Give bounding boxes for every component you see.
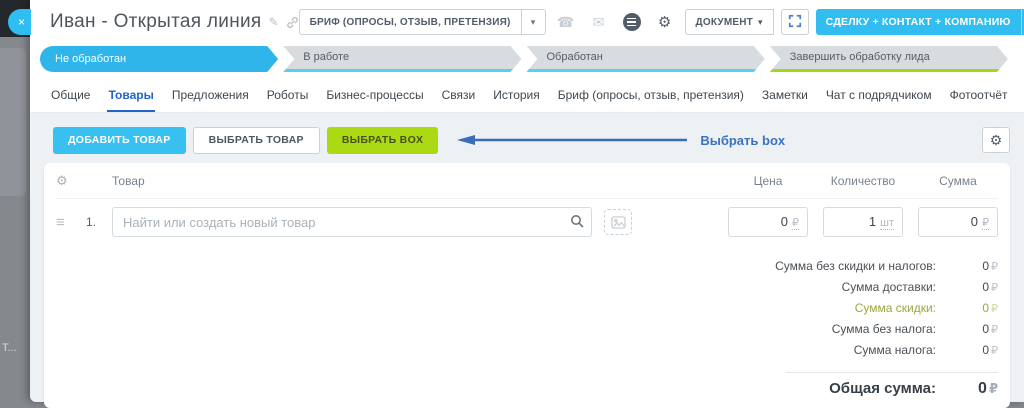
add-product-button[interactable]: ДОБАВИТЬ ТОВАР [53, 127, 186, 154]
select-product-button[interactable]: ВЫБРАТЬ ТОВАР [193, 127, 320, 154]
product-table-header: ⚙ Товар Цена Количество Сумма [56, 163, 998, 199]
phone-button[interactable]: ☎ [553, 9, 579, 35]
phone-icon: ☎ [557, 14, 574, 31]
annotation-arrow-icon [455, 134, 690, 146]
ruble-icon: ₽ [991, 324, 998, 336]
tab-contractor-chat[interactable]: Чат с подрядчиком [825, 81, 933, 112]
expand-button[interactable] [781, 9, 809, 35]
expand-icon [788, 14, 802, 31]
close-icon: × [18, 15, 25, 29]
totals-summary: Сумма без скидки и налогов: 0₽ Сумма дос… [56, 245, 998, 398]
currency-selector[interactable]: ₽ [982, 216, 989, 230]
tab-bar: Общие Товары Предложения Роботы Бизнес-п… [50, 81, 1008, 112]
column-sum: Сумма [918, 174, 998, 188]
lead-slider-panel: × Иван - Открытая линия ✎ БРИФ (ОПРОСЫ, … [30, 0, 1024, 402]
summary-row: Сумма налога: 0₽ [56, 343, 998, 364]
stage-in-progress[interactable]: В работе [283, 46, 521, 72]
product-table-card: ⚙ Товар Цена Количество Сумма ≡ 1. [44, 163, 1010, 408]
tab-products[interactable]: Товары [107, 81, 154, 112]
menu-circle-button[interactable] [619, 9, 645, 35]
quantity-input[interactable]: 1 шт [823, 207, 903, 237]
caret-down-icon: ▾ [758, 18, 763, 27]
ruble-icon: ₽ [989, 381, 998, 396]
close-button[interactable]: × [8, 9, 31, 35]
tab-offers[interactable]: Предложения [171, 81, 250, 112]
stage-finish-lead[interactable]: Завершить обработку лида [770, 46, 1008, 72]
ruble-icon: ₽ [991, 345, 998, 357]
ruble-icon: ₽ [991, 282, 998, 294]
page-title: Иван - Открытая линия [50, 11, 262, 33]
unit-selector[interactable]: шт [880, 217, 894, 230]
summary-row-discount: Сумма скидки: 0₽ [56, 301, 998, 322]
column-settings-button[interactable]: ⚙ [56, 173, 86, 189]
drag-handle-icon[interactable]: ≡ [56, 214, 86, 231]
ruble-icon: ₽ [991, 303, 998, 315]
total-value: 0₽ [936, 380, 998, 398]
tab-robots[interactable]: Роботы [266, 81, 310, 112]
product-list-settings-button[interactable]: ⚙ [982, 127, 1010, 153]
currency-selector[interactable]: ₽ [792, 216, 799, 230]
price-input[interactable]: 0 ₽ [728, 207, 808, 237]
lead-stage-bar: Не обработан В работе Обработан Завершит… [40, 46, 1008, 72]
product-image-placeholder[interactable] [604, 209, 632, 235]
stage-not-processed[interactable]: Не обработан [40, 46, 278, 72]
gear-icon: ⚙ [990, 132, 1003, 149]
tab-general[interactable]: Общие [50, 81, 91, 112]
brief-button[interactable]: БРИФ (ОПРОСЫ, ОТЗЫВ, ПРЕТЕНЗИЯ) [299, 9, 522, 35]
image-icon [611, 216, 626, 229]
summary-row: Сумма доставки: 0₽ [56, 280, 998, 301]
column-price: Цена [728, 174, 808, 188]
mail-icon: ✉ [593, 14, 605, 31]
select-box-button[interactable]: ВЫБРАТЬ BOX [327, 127, 438, 154]
tab-business-processes[interactable]: Бизнес-процессы [325, 81, 424, 112]
panel-header: Иван - Открытая линия ✎ БРИФ (ОПРОСЫ, ОТ… [30, 0, 1024, 113]
annotation: Выбрать box [455, 133, 785, 148]
total-row: Общая сумма: 0₽ [56, 380, 998, 398]
summary-row: Сумма без скидки и налогов: 0₽ [56, 259, 998, 280]
tab-photo-report[interactable]: Фотоотчёт [949, 81, 1009, 112]
ruble-icon: ₽ [991, 261, 998, 273]
summary-divider [786, 372, 998, 373]
total-label: Общая сумма: [829, 380, 936, 397]
caret-down-icon: ▾ [531, 18, 536, 27]
background-page-block [0, 48, 26, 196]
column-quantity: Количество [823, 174, 903, 188]
summary-row: Сумма без налога: 0₽ [56, 322, 998, 343]
menu-circle-icon [623, 13, 641, 31]
row-index: 1. [86, 215, 112, 229]
gear-icon: ⚙ [658, 13, 671, 31]
annotation-text: Выбрать box [700, 133, 785, 148]
create-entities-button[interactable]: СДЕЛКУ + КОНТАКТ + КОМПАНИЮ [816, 9, 1021, 35]
header-toolbar: БРИФ (ОПРОСЫ, ОТЗЫВ, ПРЕТЕНЗИЯ) ▾ ☎ ✉ ⚙ … [299, 9, 1024, 35]
edit-icon[interactable]: ✎ [269, 15, 279, 29]
settings-button[interactable]: ⚙ [652, 9, 678, 35]
sum-input[interactable]: 0 ₽ [918, 207, 998, 237]
product-actions-row: ДОБАВИТЬ ТОВАР ВЫБРАТЬ ТОВАР ВЫБРАТЬ BOX… [44, 122, 1010, 158]
mail-button[interactable]: ✉ [586, 9, 612, 35]
background-truncated-text: Т... [2, 342, 17, 354]
link-icon[interactable] [286, 16, 299, 29]
brief-dropdown-button[interactable]: ▾ [522, 9, 546, 35]
tab-history[interactable]: История [492, 81, 541, 112]
tab-notes[interactable]: Заметки [761, 81, 809, 112]
column-product: Товар [112, 174, 728, 188]
products-tab-content: ДОБАВИТЬ ТОВАР ВЫБРАТЬ ТОВАР ВЫБРАТЬ BOX… [30, 113, 1024, 408]
tab-links[interactable]: Связи [441, 81, 477, 112]
document-button[interactable]: ДОКУМЕНТ ▾ [685, 9, 774, 35]
stage-processed[interactable]: Обработан [527, 46, 765, 72]
product-row: ≡ 1. [56, 199, 998, 245]
tab-brief[interactable]: Бриф (опросы, отзыв, претензия) [557, 81, 745, 112]
product-search-input[interactable] [112, 207, 592, 237]
create-dropdown-button[interactable]: ▾ [1021, 9, 1024, 35]
gear-icon: ⚙ [56, 173, 68, 188]
search-icon[interactable] [569, 213, 585, 234]
